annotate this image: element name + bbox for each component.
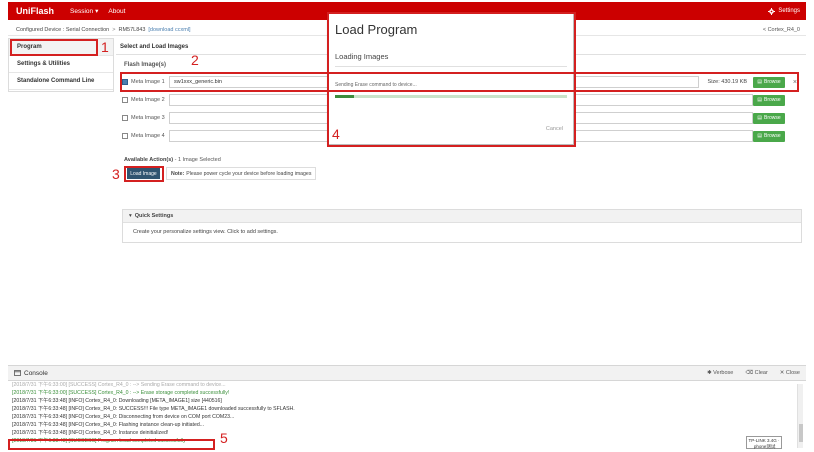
folder-icon: ▤ (757, 133, 763, 139)
caret-down-icon: ▾ (129, 213, 132, 219)
log-line: [2018/7/31 下午6:33:48] [INFO] Cortex_R4_0… (12, 406, 295, 412)
annotation-box-1 (10, 39, 98, 56)
meta-image-4-checkbox[interactable] (122, 133, 128, 139)
meta-image-3-checkbox[interactable] (122, 115, 128, 121)
log-line: [2018/7/31 下午6:33:48] [INFO] Cortex_R4_0… (12, 414, 235, 420)
tooltip: TP-LINK 3.4G · phone测试 (746, 436, 782, 449)
quick-settings-panel: ▾ Quick Settings Create your personalize… (122, 209, 802, 243)
menu-session[interactable]: Session ▾ (70, 7, 99, 16)
app-logo: UniFlash (16, 6, 55, 16)
browse-label: Browse (764, 97, 781, 103)
annotation-box-5 (8, 439, 215, 450)
annotation-number-1: 1 (101, 39, 109, 55)
console-title-label: Console (24, 369, 48, 377)
page-title: Select and Load Images (120, 44, 189, 50)
console-header: Console ✱ Verbose ⌫ Clear ✕ Close (8, 365, 806, 381)
folder-icon: ▤ (757, 97, 763, 103)
available-actions-label: Available Action(s) - 1 Image Selected (124, 157, 221, 163)
note-label: Note: (171, 170, 185, 177)
note-text: Please power cycle your device before lo… (186, 170, 312, 177)
verbose-button[interactable]: ✱ Verbose (707, 370, 733, 376)
annotation-number-4: 4 (332, 126, 340, 142)
log-line: [2018/7/31 下午6:33:00] [SUCCESS] Cortex_R… (12, 390, 230, 396)
power-cycle-note: Note: Please power cycle your device bef… (166, 167, 317, 180)
chevron-down-icon: ▾ (95, 8, 99, 15)
quick-settings-header[interactable]: ▾ Quick Settings (123, 210, 801, 223)
browse-button-3[interactable]: ▤ Browse (753, 112, 785, 124)
download-ccxml-link[interactable]: [download ccxml] (148, 27, 190, 33)
clear-button[interactable]: ⌫ Clear (745, 370, 767, 376)
log-line: [2018/7/31 下午6:33:48] [INFO] Cortex_R4_0… (12, 430, 169, 436)
breadcrumb-chip: RM57L843 (118, 26, 146, 33)
console-tools: ✱ Verbose ⌫ Clear ✕ Close (707, 370, 800, 376)
log-line: [2018/7/31 下午6:33:00] [SUCCESS] Cortex_R… (12, 382, 226, 388)
breadcrumb-separator: > (112, 26, 116, 33)
console-icon (14, 370, 21, 376)
breadcrumb-device[interactable]: Configured Device : Serial Connection (16, 27, 109, 33)
gear-icon (768, 7, 776, 15)
log-line: [2018/7/31 下午6:33:48] [INFO] Cortex_R4_0… (12, 422, 205, 428)
meta-image-3-label: Meta Image 3 (131, 115, 165, 121)
settings-label: Settings (778, 8, 800, 14)
annotation-number-5: 5 (220, 430, 228, 446)
menu-about-label: About (108, 7, 126, 15)
flash-images-label: Flash Image(s) (124, 62, 167, 68)
settings-button[interactable]: Settings (768, 7, 800, 15)
console-title: Console (14, 370, 48, 377)
browse-button-2[interactable]: ▤ Browse (753, 94, 785, 106)
menu-session-label: Session (70, 7, 94, 15)
quick-settings-title: Quick Settings (134, 213, 174, 219)
annotation-box-3 (124, 166, 164, 182)
sidebar-item-standalone-command-line[interactable]: Standalone Command Line (9, 73, 113, 90)
meta-image-2-checkbox[interactable] (122, 97, 128, 103)
annotation-box-4 (327, 12, 576, 147)
annotation-number-3: 3 (112, 166, 120, 182)
menu-about[interactable]: About (108, 8, 125, 15)
log-line: [2018/7/31 下午6:33:48] [INFO] Cortex_R4_0… (12, 398, 222, 404)
browse-label: Browse (764, 115, 781, 121)
scrollbar-thumb[interactable] (799, 424, 803, 442)
sidebar-item-settings-utilities[interactable]: Settings & Utilities (9, 56, 113, 73)
browse-label: Browse (764, 133, 781, 139)
console-scrollbar[interactable] (797, 384, 803, 448)
available-actions-title: Available Action(s) (124, 157, 174, 163)
meta-image-4-label: Meta Image 4 (131, 133, 165, 139)
core-selector[interactable]: < Cortex_R4_0 (763, 27, 800, 33)
quick-settings-body[interactable]: Create your personalize settings view. C… (123, 223, 801, 241)
meta-image-2-label: Meta Image 2 (131, 97, 165, 103)
annotation-number-2: 2 (191, 52, 199, 68)
folder-icon: ▤ (757, 115, 763, 121)
browse-button-4[interactable]: ▤ Browse (753, 130, 785, 142)
close-console-button[interactable]: ✕ Close (780, 370, 800, 376)
available-actions-count: - 1 Image Selected (173, 157, 221, 163)
